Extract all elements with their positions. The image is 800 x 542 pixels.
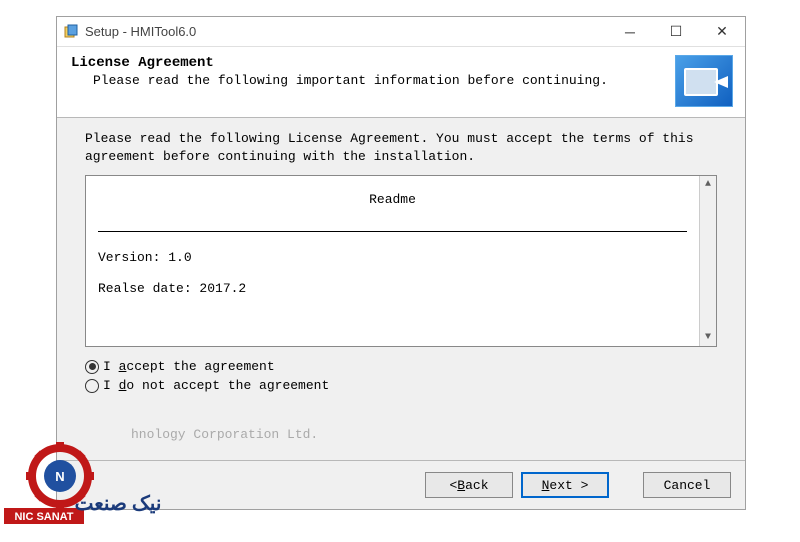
installer-icon xyxy=(63,24,79,40)
maximize-button[interactable]: ☐ xyxy=(653,17,699,46)
window-controls: ─ ☐ ✕ xyxy=(607,17,745,46)
agreement-radios: I accept the agreement I do not accept t… xyxy=(85,359,717,397)
accept-label: I accept the agreement xyxy=(103,359,275,374)
instruction-text: Please read the following License Agreem… xyxy=(85,130,717,165)
reject-radio[interactable]: I do not accept the agreement xyxy=(85,378,717,393)
accept-radio[interactable]: I accept the agreement xyxy=(85,359,717,374)
license-textbox[interactable]: Readme Version: 1.0 Realse date: 2017.2 … xyxy=(85,175,717,347)
license-content: Readme Version: 1.0 Realse date: 2017.2 xyxy=(86,176,699,346)
button-bar: < Back Next > Cancel xyxy=(57,460,745,509)
page-subtitle: Please read the following important info… xyxy=(71,73,675,90)
titlebar: Setup - HMITool6.0 ─ ☐ ✕ xyxy=(57,17,745,47)
installer-graphic-icon xyxy=(675,55,733,107)
close-button[interactable]: ✕ xyxy=(699,17,745,46)
scroll-down-icon[interactable]: ▼ xyxy=(700,329,716,346)
watermark-brand-text: NIC SANAT xyxy=(14,511,73,523)
release-line: Realse date: 2017.2 xyxy=(98,281,687,296)
radio-unselected-icon xyxy=(85,379,99,393)
radio-selected-icon xyxy=(85,360,99,374)
readme-heading: Readme xyxy=(98,192,687,207)
scroll-up-icon[interactable]: ▲ xyxy=(700,176,716,193)
wizard-header: License Agreement Please read the follow… xyxy=(57,47,745,118)
page-title: License Agreement xyxy=(71,55,675,71)
reject-label: I do not accept the agreement xyxy=(103,378,329,393)
scrollbar[interactable]: ▲ ▼ xyxy=(699,176,716,346)
divider xyxy=(98,231,687,232)
back-button[interactable]: < Back xyxy=(425,472,513,498)
version-line: Version: 1.0 xyxy=(98,250,687,265)
company-footer-text: hnology Corporation Ltd. xyxy=(131,427,318,442)
minimize-button[interactable]: ─ xyxy=(607,17,653,46)
next-button[interactable]: Next > xyxy=(521,472,609,498)
wizard-body: Please read the following License Agreem… xyxy=(57,118,745,460)
cancel-button[interactable]: Cancel xyxy=(643,472,731,498)
window-title: Setup - HMITool6.0 xyxy=(85,24,607,39)
